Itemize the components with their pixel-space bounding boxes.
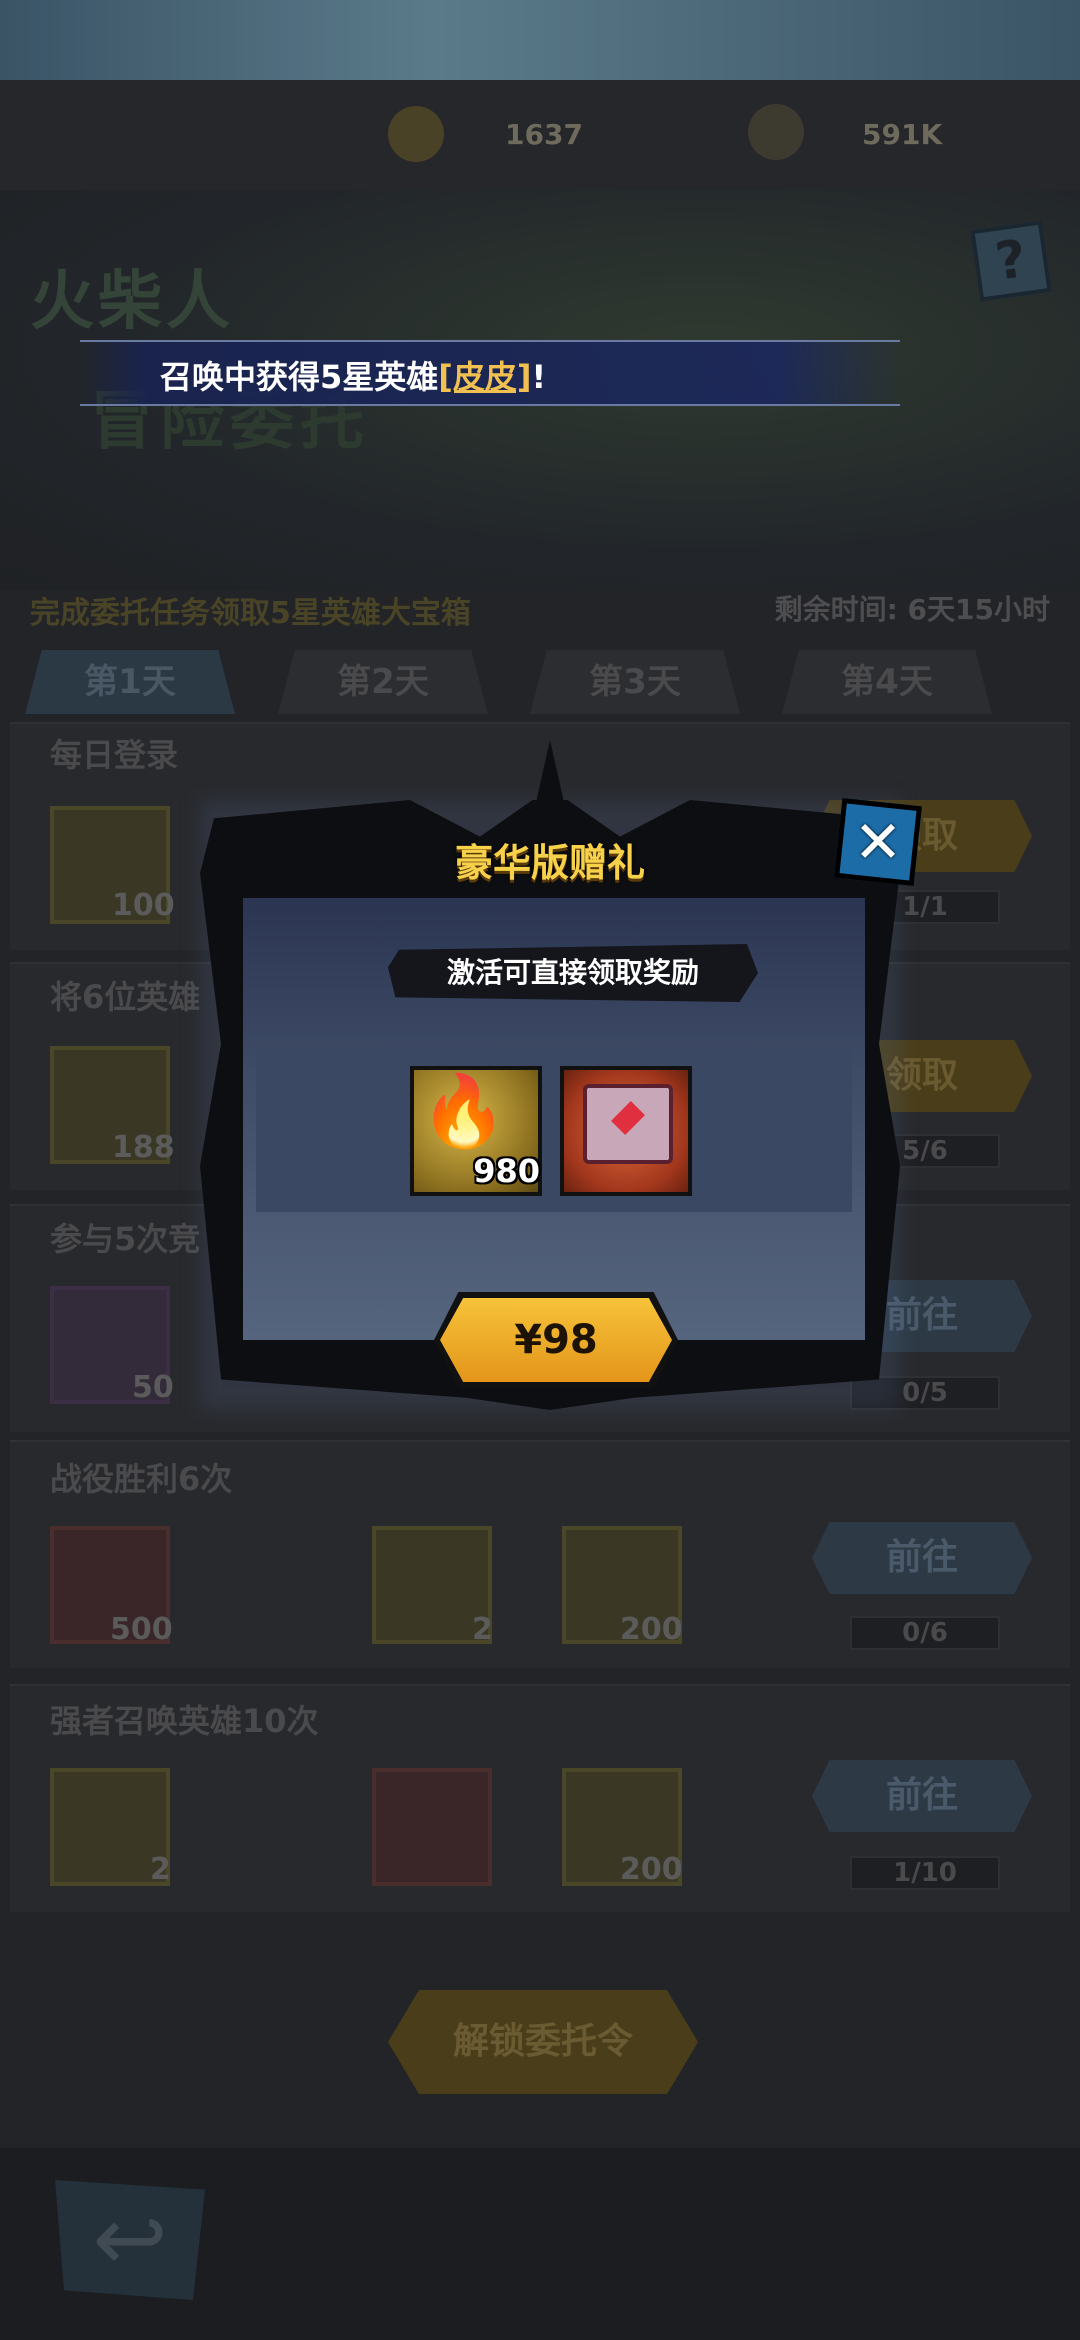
torch-glyph-icon: 🔥 (420, 1070, 508, 1152)
reward-count: 2 (150, 1852, 171, 1887)
reward-count: 100 (112, 888, 175, 923)
reward-strip (256, 1048, 852, 1212)
coin-resource-value: 591K (862, 118, 943, 151)
top-art-strip (0, 0, 1080, 80)
screen: 1637 591K 火柴人 冒险委托 ? 召唤中获得5星英雄[皮皮]! 完成委托… (0, 0, 1080, 2340)
coin-resource-icon (748, 104, 804, 160)
go-button[interactable]: 前往 (812, 1760, 1032, 1832)
reward-locked-chest-icon (372, 1768, 492, 1886)
task-title: 参与5次竞 (50, 1220, 201, 1258)
reward-count: 2 (472, 1612, 493, 1647)
tab-day-4[interactable]: 第4天 (782, 650, 992, 714)
task-title: 每日登录 (50, 736, 179, 774)
reward-count: 200 (620, 1612, 683, 1647)
reward-count: 50 (132, 1370, 174, 1405)
tab-day-3[interactable]: 第3天 (530, 650, 740, 714)
go-button[interactable]: 前往 (812, 1522, 1032, 1594)
hero-name: [皮皮] (438, 358, 532, 396)
modal-description: 激活可直接领取奖励 (446, 956, 699, 989)
tab-day-2[interactable]: 第2天 (278, 650, 488, 714)
task-title: 将6位英雄 (50, 978, 201, 1016)
task-title: 强者召唤英雄10次 (50, 1702, 319, 1740)
reward-count: 980 (473, 1152, 540, 1190)
broadcast-text: 召唤中获得5星英雄[皮皮]! (160, 358, 547, 396)
close-icon[interactable]: ✕ (838, 802, 918, 882)
reward-count: 200 (620, 1852, 683, 1887)
modal-title: 豪华版赠礼 (454, 841, 645, 885)
reward-count: 188 (112, 1130, 175, 1165)
task-title: 战役胜利6次 (50, 1460, 233, 1498)
event-subtitle: 完成委托任务领取5星英雄大宝箱 (30, 596, 471, 631)
unlock-pass-button[interactable]: 解锁委托令 (388, 1990, 698, 2094)
back-arrow-icon: ↩ (92, 2187, 168, 2292)
torch-resource-value: 1637 (505, 118, 583, 151)
purchase-button[interactable]: ¥98 (440, 1298, 672, 1382)
torch-resource-icon (388, 106, 444, 162)
help-button[interactable]: ? (970, 220, 1052, 302)
task-progress: 0/6 (850, 1616, 1000, 1650)
tab-day-1[interactable]: 第1天 (25, 650, 235, 714)
remaining-time: 剩余时间: 6天15小时 (774, 593, 1050, 626)
reward-count: 500 (110, 1612, 173, 1647)
task-progress: 1/10 (850, 1856, 1000, 1890)
banner-title-line1: 火柴人 (30, 265, 234, 339)
